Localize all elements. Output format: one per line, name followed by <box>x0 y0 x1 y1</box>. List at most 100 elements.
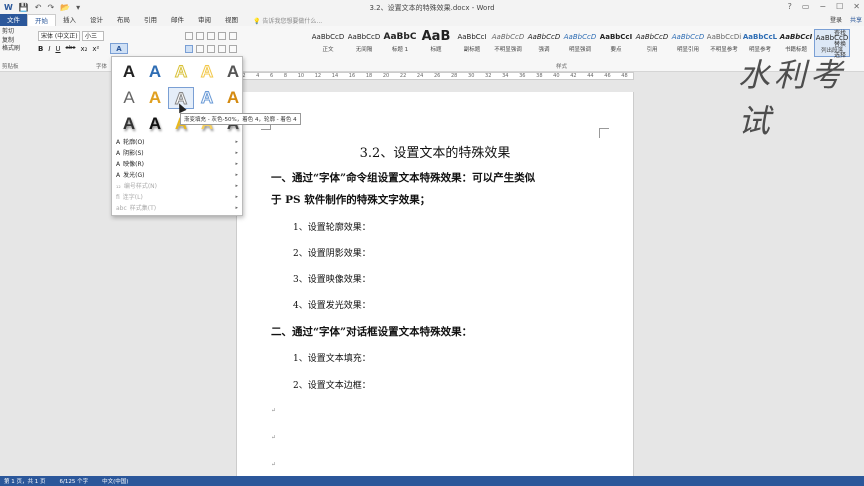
style-preview: AaB <box>421 29 451 44</box>
ruler-tick: 12 <box>314 73 322 79</box>
tab-review[interactable]: 审阅 <box>191 14 218 26</box>
status-bar: 第 1 页，共 1 页 6/125 个字 中文(中国) <box>0 476 864 486</box>
bullets-button[interactable] <box>185 32 193 40</box>
superscript-button[interactable]: x² <box>92 45 99 53</box>
paragraph-align-buttons <box>185 45 237 53</box>
numbering-button[interactable] <box>196 32 204 40</box>
ruler-tick: 46 <box>604 73 611 79</box>
submenu-arrow-icon: ▸ <box>235 161 238 167</box>
menu-shadow[interactable]: A 阴影(S) ▸ <box>112 148 242 159</box>
sign-in-link[interactable]: 登录 <box>830 15 842 24</box>
style-heading1[interactable]: AaBbC 标题 1 <box>382 29 418 57</box>
multilevel-list-button[interactable] <box>207 32 215 40</box>
close-icon[interactable]: ✕ <box>853 2 860 11</box>
font-size-select[interactable]: 小三 <box>82 31 104 41</box>
style-name: 无间隔 <box>355 47 373 53</box>
line-spacing-button[interactable] <box>229 45 237 53</box>
ruler-tick: 24 <box>416 73 424 79</box>
text-effect-option[interactable]: A <box>220 61 246 83</box>
style-name: 正文 <box>322 47 334 53</box>
share-button[interactable]: 共享 <box>850 15 862 24</box>
tab-layout[interactable]: 布局 <box>110 14 137 26</box>
style-quote[interactable]: AaBbCcD 引用 <box>634 29 670 57</box>
cut-button[interactable]: 剪切 <box>2 28 32 37</box>
text-effect-option[interactable]: A <box>168 61 194 83</box>
style-preview: AaBbCcD <box>563 33 597 41</box>
style-strong[interactable]: AaBbCcI 要点 <box>598 29 634 57</box>
style-subtle-reference[interactable]: AaBbCcDi 不明显参考 <box>706 29 742 57</box>
bold-button[interactable]: B <box>38 45 43 53</box>
tell-me-box[interactable]: 💡 告诉我您想要做什么... <box>245 16 322 25</box>
font-name-select[interactable]: 宋体 (中文正) <box>38 31 80 41</box>
underline-button[interactable]: U <box>55 45 60 53</box>
tab-design[interactable]: 设计 <box>83 14 110 26</box>
list-item: 1、设置文本填充： <box>293 354 371 364</box>
text-effect-option[interactable]: A <box>142 113 168 135</box>
menu-ligatures[interactable]: fi 连字(L) ▸ <box>112 192 242 203</box>
text-effect-option[interactable]: A <box>116 113 142 135</box>
text-effect-option[interactable]: A <box>142 61 168 83</box>
copy-button[interactable]: 复制 <box>2 37 32 46</box>
menu-outline[interactable]: A 轮廓(O) ▸ <box>112 137 242 148</box>
ruler-tick: 30 <box>468 73 475 79</box>
style-name: 明显引用 <box>676 47 699 53</box>
horizontal-ruler[interactable]: 2 4 6 8 10 12 14 16 18 20 22 24 26 28 30 32 34 36 38 40 42 44… <box>236 72 634 80</box>
text-effects-button[interactable]: A <box>110 43 128 54</box>
align-left-button[interactable] <box>185 45 193 53</box>
tab-mailings[interactable]: 邮件 <box>164 14 191 26</box>
maximize-icon[interactable]: ☐ <box>836 2 843 11</box>
find-button[interactable]: 查找 <box>834 28 846 39</box>
text-effect-option[interactable]: A <box>116 87 142 109</box>
style-preview: AaBbCcI <box>599 33 633 41</box>
text-effect-option[interactable]: A <box>220 87 246 109</box>
paragraph-mark: ↵ <box>271 461 277 468</box>
text-effect-option[interactable]: A <box>194 87 220 109</box>
document-page[interactable]: 3.2、设置文本的特殊效果 一、通过“字体”命令组设置文本特殊效果：可以产生类似… <box>236 92 634 486</box>
style-preview: AaBbC <box>383 32 417 42</box>
replace-button[interactable]: 替换 <box>834 39 846 50</box>
language[interactable]: 中文(中国) <box>102 477 128 485</box>
ribbon-display-icon[interactable]: ▭ <box>802 2 810 11</box>
align-right-button[interactable] <box>207 45 215 53</box>
subscript-button[interactable]: x₂ <box>80 45 87 53</box>
tab-home[interactable]: 开始 <box>27 14 56 26</box>
ruler-tick: 4 <box>256 73 260 79</box>
menu-reflection[interactable]: A 映像(R) ▸ <box>112 159 242 170</box>
menu-number-styles[interactable]: ₁₂ 编号样式(N) ▸ <box>112 181 242 192</box>
word-count[interactable]: 6/125 个字 <box>60 477 89 485</box>
strikethrough-button[interactable]: abc <box>66 45 76 53</box>
tab-file[interactable]: 文件 <box>0 14 27 26</box>
italic-button[interactable]: I <box>48 45 50 53</box>
text-effect-option[interactable]: A <box>116 61 142 83</box>
format-painter-button[interactable]: 格式刷 <box>2 45 32 54</box>
page-count[interactable]: 第 1 页，共 1 页 <box>4 477 46 485</box>
align-center-button[interactable] <box>196 45 204 53</box>
menu-stylistic-sets[interactable]: abc 样式集(T) ▸ <box>112 203 242 214</box>
style-title[interactable]: AaB 标题 <box>418 29 454 57</box>
tab-view[interactable]: 视图 <box>218 14 245 26</box>
menu-glow[interactable]: A 发光(G) ▸ <box>112 170 242 181</box>
tab-insert[interactable]: 插入 <box>56 14 83 26</box>
menu-label: 阴影(S) <box>123 150 144 157</box>
number-styles-icon: ₁₂ <box>116 183 121 190</box>
justify-button[interactable] <box>218 45 226 53</box>
style-intense-quote[interactable]: AaBbCcD 明显引用 <box>670 29 706 57</box>
style-no-spacing[interactable]: AaBbCcD 无间隔 <box>346 29 382 57</box>
style-subtitle[interactable]: AaBbCcI 副标题 <box>454 29 490 57</box>
ruler-tick: 16 <box>348 73 356 79</box>
help-icon[interactable]: ? <box>788 2 792 11</box>
increase-indent-button[interactable] <box>229 32 237 40</box>
text-effect-option[interactable]: A <box>194 61 220 83</box>
minimize-icon[interactable]: − <box>819 2 826 11</box>
submenu-arrow-icon: ▸ <box>235 150 238 156</box>
style-intense-emphasis[interactable]: AaBbCcD 明显强调 <box>562 29 598 57</box>
style-emphasis[interactable]: AaBbCcD 强调 <box>526 29 562 57</box>
tab-references[interactable]: 引用 <box>137 14 164 26</box>
text-effect-option[interactable]: A <box>142 87 168 109</box>
ligatures-icon: fi <box>116 194 120 201</box>
style-normal[interactable]: AaBbCcD 正文 <box>310 29 346 57</box>
decrease-indent-button[interactable] <box>218 32 226 40</box>
shadow-icon: A <box>116 150 121 157</box>
style-preview: AaBbCcI <box>457 33 487 41</box>
style-subtle-emphasis[interactable]: AaBbCcD 不明显强调 <box>490 29 526 57</box>
